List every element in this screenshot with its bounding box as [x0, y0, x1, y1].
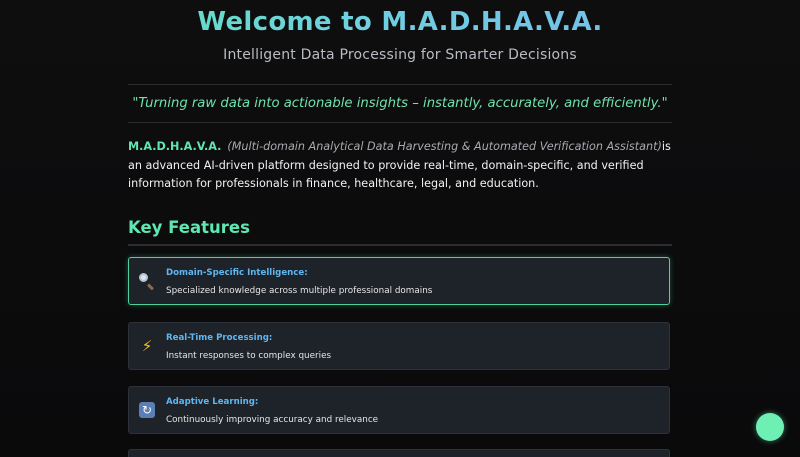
feature-card-adaptive-learning[interactable]: ↻ Adaptive Learning: Continuously improv… — [128, 386, 670, 434]
section-divider — [128, 244, 672, 246]
feature-description: Continuously improving accuracy and rele… — [166, 415, 379, 425]
welcome-page: Welcome to M.A.D.H.A.V.A. Intelligent Da… — [0, 0, 800, 457]
feature-title: Domain-Specific Intelligence: — [166, 268, 308, 278]
refresh-icon: ↻ — [138, 401, 156, 419]
feature-card-partial[interactable] — [128, 449, 670, 457]
page-title: Welcome to M.A.D.H.A.V.A. — [0, 4, 800, 40]
intro-paragraph: M.A.D.H.A.V.A. (Multi-domain Analytical D… — [128, 138, 676, 194]
tagline-text: "Turning raw data into actionable insigh… — [132, 96, 668, 111]
tagline-banner: "Turning raw data into actionable insigh… — [128, 84, 672, 123]
feature-title: Adaptive Learning: — [166, 397, 259, 407]
feature-title: Real-Time Processing: — [166, 333, 273, 343]
chat-bubble-icon[interactable] — [756, 413, 784, 441]
brand-expansion: (Multi-domain Analytical Data Harvesting… — [227, 140, 662, 153]
feature-card-real-time-processing[interactable]: ⚡ Real-Time Processing: Instant response… — [128, 322, 670, 370]
brand-name: M.A.D.H.A.V.A. — [128, 140, 222, 153]
feature-card-domain-intelligence[interactable]: Domain-Specific Intelligence: Specialize… — [128, 257, 670, 305]
page-subtitle: Intelligent Data Processing for Smarter … — [223, 47, 577, 63]
feature-description: Specialized knowledge across multiple pr… — [166, 286, 433, 296]
magnifier-icon — [138, 272, 156, 291]
lightning-icon: ⚡ — [141, 337, 153, 355]
key-features-heading: Key Features — [128, 218, 250, 237]
feature-description: Instant responses to complex queries — [166, 351, 332, 361]
